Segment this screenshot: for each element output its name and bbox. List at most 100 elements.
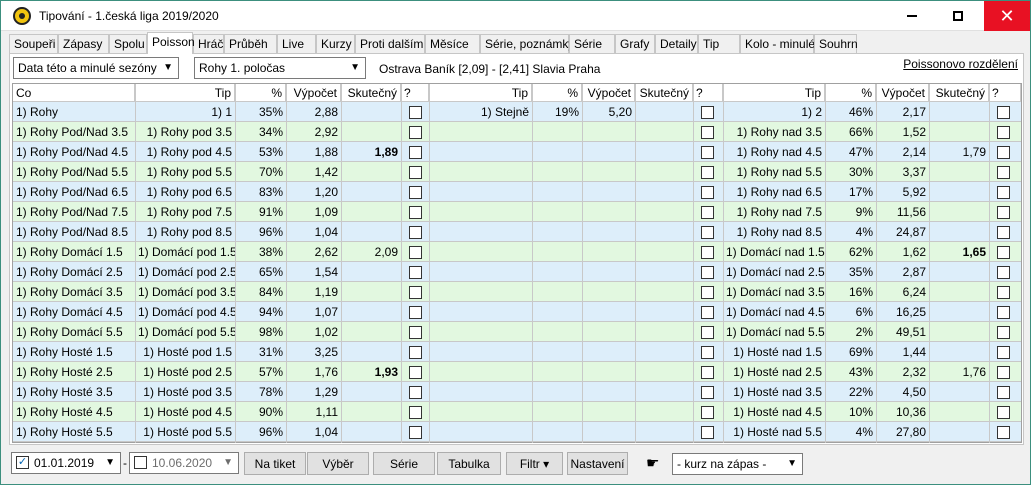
row-checkbox[interactable]: [701, 426, 714, 439]
row-checkbox[interactable]: [409, 306, 422, 319]
table-row[interactable]: 1) Rohy Pod/Nad 6.5 1) Rohy pod 6.5 83% 1,2…: [13, 182, 1021, 202]
tabulka-button[interactable]: Tabulka: [437, 452, 501, 475]
row-checkbox[interactable]: [409, 246, 422, 259]
row-checkbox[interactable]: [409, 166, 422, 179]
row-checkbox[interactable]: [409, 326, 422, 339]
tab-1[interactable]: Zápasy: [58, 34, 109, 53]
row-checkbox[interactable]: [701, 286, 714, 299]
table-row[interactable]: 1) Rohy Domácí 5.5 1) Domácí pod 5.5 98% 1,…: [13, 322, 1021, 342]
row-checkbox[interactable]: [997, 366, 1010, 379]
tab-15[interactable]: Kolo - minulé: [740, 34, 815, 53]
row-checkbox[interactable]: [997, 146, 1010, 159]
row-checkbox[interactable]: [409, 126, 422, 139]
row-checkbox[interactable]: [997, 126, 1010, 139]
table-row[interactable]: 1) Rohy Pod/Nad 3.5 1) Rohy pod 3.5 34% 2,9…: [13, 122, 1021, 142]
row-checkbox[interactable]: [409, 206, 422, 219]
row-checkbox[interactable]: [701, 166, 714, 179]
column-header-c3[interactable]: Výpočet: [876, 84, 929, 102]
column-header-c1[interactable]: Výpočet: [286, 84, 341, 102]
row-checkbox[interactable]: [701, 266, 714, 279]
date-from-picker[interactable]: ✓ 01.01.2019 ▼: [11, 452, 121, 474]
column-header-cb2[interactable]: ?: [693, 84, 723, 102]
row-checkbox[interactable]: [701, 326, 714, 339]
row-checkbox[interactable]: [409, 266, 422, 279]
market-select[interactable]: Rohy 1. poločas ▼: [194, 57, 366, 79]
row-checkbox[interactable]: [997, 186, 1010, 199]
row-checkbox[interactable]: [701, 306, 714, 319]
row-checkbox[interactable]: [409, 186, 422, 199]
row-checkbox[interactable]: [409, 146, 422, 159]
column-header-cb3[interactable]: ?: [989, 84, 1021, 102]
row-checkbox[interactable]: [997, 226, 1010, 239]
column-header-c2[interactable]: Výpočet: [582, 84, 635, 102]
tab-8[interactable]: Proti dalším: [355, 34, 425, 53]
filtr-button[interactable]: Filtr ▾: [506, 452, 563, 475]
poisson-distribution-link[interactable]: Poissonovo rozdělení: [903, 57, 1018, 71]
row-checkbox[interactable]: [701, 406, 714, 419]
row-checkbox[interactable]: [409, 386, 422, 399]
row-checkbox[interactable]: [409, 106, 422, 119]
tab-14[interactable]: Tip: [698, 34, 740, 53]
season-select[interactable]: Data této a minulé sezóny ▼: [13, 57, 179, 79]
table-row[interactable]: 1) Rohy Pod/Nad 8.5 1) Rohy pod 8.5 96% 1,0…: [13, 222, 1021, 242]
vyber-button[interactable]: Výběr: [307, 452, 369, 475]
tab-11[interactable]: Série: [569, 34, 615, 53]
table-row[interactable]: 1) Rohy Domácí 4.5 1) Domácí pod 4.5 94% 1,…: [13, 302, 1021, 322]
tab-10[interactable]: Série, poznámky: [480, 34, 574, 53]
table-row[interactable]: 1) Rohy Hosté 1.5 1) Hosté pod 1.5 31% 3,25…: [13, 342, 1021, 362]
tab-5[interactable]: Průběh: [224, 34, 277, 53]
nastaveni-button[interactable]: Nastavení: [567, 452, 628, 475]
row-checkbox[interactable]: [997, 386, 1010, 399]
row-checkbox[interactable]: [997, 346, 1010, 359]
row-checkbox[interactable]: [997, 286, 1010, 299]
row-checkbox[interactable]: [409, 426, 422, 439]
table-row[interactable]: 1) Rohy Pod/Nad 4.5 1) Rohy pod 4.5 53% 1,8…: [13, 142, 1021, 162]
table-row[interactable]: 1) Rohy Domácí 3.5 1) Domácí pod 3.5 84% 1,…: [13, 282, 1021, 302]
column-header-p2[interactable]: %: [532, 84, 582, 102]
table-row[interactable]: 1) Rohy Domácí 2.5 1) Domácí pod 2.5 65% 1,…: [13, 262, 1021, 282]
row-checkbox[interactable]: [997, 246, 1010, 259]
column-header-t2[interactable]: Tip: [429, 84, 532, 102]
table-row[interactable]: 1) Rohy Domácí 1.5 1) Domácí pod 1.5 38% 2,…: [13, 242, 1021, 262]
row-checkbox[interactable]: [997, 306, 1010, 319]
row-checkbox[interactable]: [997, 266, 1010, 279]
tab-12[interactable]: Grafy: [615, 34, 655, 53]
table-row[interactable]: 1) Rohy Pod/Nad 5.5 1) Rohy pod 5.5 70% 1,4…: [13, 162, 1021, 182]
tab-6[interactable]: Live: [277, 34, 316, 53]
date-from-checkbox[interactable]: ✓: [16, 456, 29, 469]
date-to-checkbox[interactable]: [134, 456, 147, 469]
row-checkbox[interactable]: [701, 106, 714, 119]
na-tiket-button[interactable]: Na tiket: [244, 452, 306, 475]
row-checkbox[interactable]: [701, 186, 714, 199]
column-header-a1[interactable]: Skutečný: [341, 84, 401, 102]
serie-button[interactable]: Série: [373, 452, 435, 475]
row-checkbox[interactable]: [997, 326, 1010, 339]
row-checkbox[interactable]: [997, 106, 1010, 119]
tab-13[interactable]: Detaily: [655, 34, 698, 53]
column-header-t3[interactable]: Tip: [723, 84, 825, 102]
table-row[interactable]: 1) Rohy Hosté 5.5 1) Hosté pod 5.5 96% 1,04…: [13, 422, 1021, 442]
table-row[interactable]: 1) Rohy Hosté 2.5 1) Hosté pod 2.5 57% 1,76…: [13, 362, 1021, 382]
row-checkbox[interactable]: [997, 426, 1010, 439]
row-checkbox[interactable]: [701, 366, 714, 379]
column-header-co[interactable]: Co: [13, 84, 135, 102]
maximize-button[interactable]: [935, 1, 981, 31]
row-checkbox[interactable]: [409, 226, 422, 239]
row-checkbox[interactable]: [409, 286, 422, 299]
close-button[interactable]: ✕: [984, 1, 1030, 31]
row-checkbox[interactable]: [701, 246, 714, 259]
row-checkbox[interactable]: [409, 406, 422, 419]
tab-4[interactable]: Hráči: [193, 34, 226, 53]
table-row[interactable]: 1) Rohy Pod/Nad 7.5 1) Rohy pod 7.5 91% 1,0…: [13, 202, 1021, 222]
row-checkbox[interactable]: [701, 386, 714, 399]
tab-0[interactable]: Soupeři: [9, 34, 58, 53]
tab-9[interactable]: Měsíce: [425, 34, 480, 53]
row-checkbox[interactable]: [409, 366, 422, 379]
column-header-a2[interactable]: Skutečný: [635, 84, 693, 102]
minimize-button[interactable]: [889, 1, 935, 31]
row-checkbox[interactable]: [701, 146, 714, 159]
column-header-a3[interactable]: Skutečný: [929, 84, 989, 102]
row-checkbox[interactable]: [701, 346, 714, 359]
row-checkbox[interactable]: [701, 226, 714, 239]
row-checkbox[interactable]: [701, 126, 714, 139]
